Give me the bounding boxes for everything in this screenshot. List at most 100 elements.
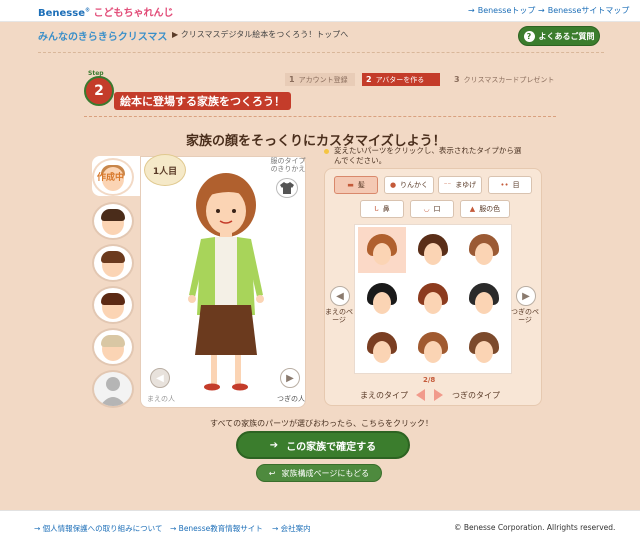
progress-step-number: 1 xyxy=(289,75,295,84)
hair-option[interactable] xyxy=(358,276,406,322)
campaign-logo[interactable]: みんなのきらきらクリスマス xyxy=(38,28,167,43)
back-to-family-setup-button[interactable]: ↩ 家族構成ページにもどる xyxy=(256,464,382,482)
next-page-button[interactable]: ▶ xyxy=(516,286,536,306)
progress-step-3: 3 クリスマスカードプレゼント xyxy=(444,73,560,86)
next-type-arrow-icon[interactable] xyxy=(434,389,443,401)
member-hair xyxy=(101,293,125,305)
faq-button[interactable]: ? よくあるご質問 xyxy=(518,26,600,46)
brand-name: Benesse xyxy=(38,8,85,19)
faq-button-label: よくあるご質問 xyxy=(538,31,595,41)
benesse-sitemap-link[interactable]: → Benesseサイトマップ xyxy=(538,5,629,16)
eye-icon: •• xyxy=(500,181,509,189)
hair-option[interactable] xyxy=(409,227,457,273)
family-member-tab-2[interactable] xyxy=(92,202,134,240)
arrow-right-icon: ➔ xyxy=(269,439,279,451)
footer-link-education[interactable]: → Benesse教育情報サイト xyxy=(170,523,263,534)
shirt-icon xyxy=(280,182,294,194)
page-title: 絵本に登場する家族をつくろう！ xyxy=(114,92,291,110)
member-hair xyxy=(101,251,125,263)
parts-tab-label: 口 xyxy=(433,205,441,213)
nose-icon: ᒐ xyxy=(374,205,379,213)
hair-option[interactable] xyxy=(460,325,508,371)
arrow-icon: → xyxy=(170,524,179,533)
arrow-right-icon: ▶ xyxy=(522,290,530,302)
member-hair xyxy=(101,209,125,221)
footer-link-privacy[interactable]: → 個人情報保護への取り組みについて xyxy=(34,523,162,534)
family-member-tab-3[interactable] xyxy=(92,244,134,282)
arrow-left-icon: ◀ xyxy=(336,290,344,302)
footer-link-label: Benesse教育情報サイト xyxy=(178,524,263,533)
progress-step-label: アカウント登録 xyxy=(298,75,348,84)
prev-page-button[interactable]: ◀ xyxy=(330,286,350,306)
parts-tab-eyebrows[interactable]: ⁻⁻ まゆげ xyxy=(438,176,482,194)
parts-tab-eyes[interactable]: •• 目 xyxy=(488,176,532,194)
hair-option[interactable] xyxy=(460,276,508,322)
divider xyxy=(84,116,556,117)
arrow-right-icon: ▶ xyxy=(286,372,294,384)
prev-page-label: まえのページ xyxy=(325,308,353,325)
benesse-top-link[interactable]: → Benesseトップ xyxy=(468,5,535,16)
return-arrow-icon: ↩ xyxy=(268,468,276,478)
person-number-badge: 1人目 xyxy=(144,154,186,186)
campaign-logo-text: みんなのきらきらクリスマス xyxy=(38,32,168,43)
family-member-tab-empty[interactable] xyxy=(92,370,134,408)
prev-type-label[interactable]: まえのタイプ xyxy=(360,390,408,401)
footer-link-company[interactable]: → 会社案内 xyxy=(272,523,311,534)
prev-type-arrow-icon[interactable] xyxy=(416,389,425,401)
instruction-text: 変えたいパーツをクリックし、表示されたタイプから選んでください。 xyxy=(334,146,522,166)
in-progress-label: 作成中 xyxy=(97,173,125,183)
breadcrumb[interactable]: ▶ クリスマスデジタル絵本をつくろう！トップへ xyxy=(172,29,348,40)
question-icon: ? xyxy=(523,30,535,42)
outfit-switch-button[interactable] xyxy=(276,178,298,198)
arrow-icon: → xyxy=(272,524,281,533)
parts-tab-nose[interactable]: ᒐ 鼻 xyxy=(360,200,404,218)
parts-tab-label: まゆげ xyxy=(455,181,477,189)
parts-tab-label: 髪 xyxy=(357,181,365,189)
hair-option[interactable] xyxy=(409,276,457,322)
parts-tab-label: 服の色 xyxy=(479,205,501,213)
hair-options-grid xyxy=(354,224,512,374)
clothes-icon: ▲ xyxy=(469,205,476,213)
next-type-label[interactable]: つぎのタイプ xyxy=(452,390,500,401)
type-page-indicator: 2/8 xyxy=(423,376,436,384)
breadcrumb-arrow-icon: ▶ xyxy=(172,30,179,39)
hair-option[interactable] xyxy=(409,325,457,371)
hair-option[interactable] xyxy=(460,227,508,273)
parts-tab-label: りんかく xyxy=(400,181,429,189)
step-badge: 2 xyxy=(84,76,114,106)
member-hair xyxy=(101,335,125,347)
parts-tab-clothes-color[interactable]: ▲ 服の色 xyxy=(460,200,510,218)
family-member-tab-5[interactable] xyxy=(92,328,134,366)
parts-tab-hair[interactable]: ▬ 髪 xyxy=(334,176,378,194)
brand-sub: こどもちゃれんじ xyxy=(93,8,174,19)
person-placeholder-icon xyxy=(100,377,126,406)
hair-option[interactable] xyxy=(358,325,406,371)
prev-person-button[interactable]: ◀ xyxy=(150,368,170,388)
face-outline-icon: ● xyxy=(389,181,397,189)
arrow-left-icon: ◀ xyxy=(156,372,164,384)
arrow-icon: → xyxy=(34,524,43,533)
parts-tab-mouth[interactable]: ◡ 口 xyxy=(410,200,454,218)
hairstyle-icon xyxy=(367,332,397,364)
confirm-family-button[interactable]: ➔ この家族で確定する xyxy=(236,431,410,459)
benesse-logo[interactable]: Benesse® こどもちゃれんじ xyxy=(38,4,173,19)
benesse-sitemap-link-label: Benesseサイトマップ xyxy=(547,6,630,15)
progress-step-number: 2 xyxy=(366,75,372,84)
hairstyle-icon xyxy=(418,332,448,364)
confirm-button-label: この家族で確定する xyxy=(286,441,377,453)
next-person-button[interactable]: ▶ xyxy=(280,368,300,388)
mouth-icon: ◡ xyxy=(423,205,430,213)
hairstyle-icon xyxy=(367,283,397,315)
hair-icon: ▬ xyxy=(347,181,354,189)
hairstyle-icon xyxy=(469,234,499,266)
hair-option[interactable] xyxy=(358,227,406,273)
progress-step-number: 3 xyxy=(454,75,460,84)
hairstyle-icon xyxy=(469,283,499,315)
parts-tab-outline[interactable]: ● りんかく xyxy=(384,176,434,194)
family-member-tab-4[interactable] xyxy=(92,286,134,324)
progress-step-label: クリスマスカードプレゼント xyxy=(463,75,555,84)
parts-tab-label: 鼻 xyxy=(382,205,390,213)
hairstyle-icon xyxy=(367,234,397,266)
next-person-label: つぎの人 xyxy=(277,395,305,403)
avatar-figure xyxy=(188,173,264,391)
